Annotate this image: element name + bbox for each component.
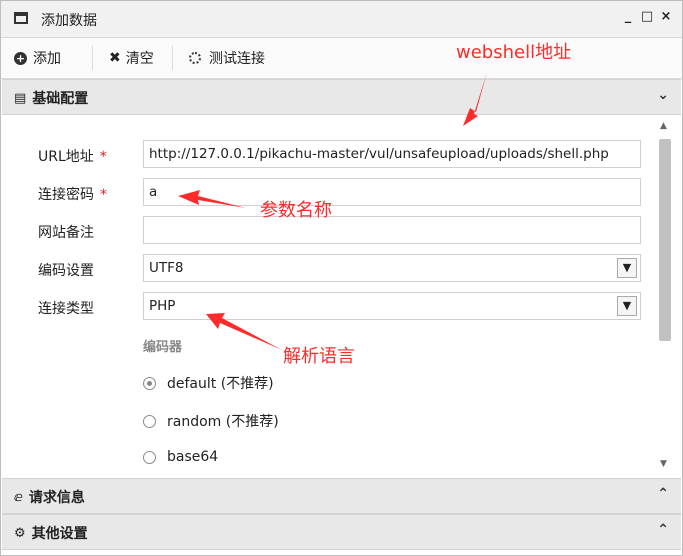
encoding-label: 编码设置 xyxy=(38,263,94,279)
section-header-request[interactable]: ⅇ 请求信息 ⌃ xyxy=(2,478,681,514)
spinner-icon xyxy=(189,52,201,64)
encoder-option-label: default (不推荐) xyxy=(167,376,274,392)
password-field[interactable]: a xyxy=(143,178,641,206)
note-field[interactable] xyxy=(143,216,641,244)
radio-button[interactable] xyxy=(143,450,156,464)
toolbar-divider xyxy=(92,46,93,70)
url-label: URL地址 * xyxy=(38,149,107,165)
chevron-down-icon[interactable]: ▼ xyxy=(617,296,637,316)
encoder-title: 编码器 xyxy=(143,340,183,355)
document-icon: ▤ xyxy=(14,90,27,106)
encoding-select[interactable]: UTF8 ▼ xyxy=(143,254,641,282)
encoder-option-base64[interactable]: base64 xyxy=(143,449,218,465)
close-button[interactable]: × xyxy=(658,9,674,24)
chevron-down-icon[interactable]: ▼ xyxy=(617,258,637,278)
test-connection-button[interactable]: 测试连接 xyxy=(189,48,265,68)
section-header-other[interactable]: ⚙ 其他设置 ⌃ xyxy=(2,514,681,550)
window-title: 添加数据 xyxy=(41,13,97,29)
conn-type-select[interactable]: PHP ▼ xyxy=(143,292,641,320)
gears-icon: ⚙ xyxy=(14,525,26,541)
encoding-value: UTF8 xyxy=(149,260,184,276)
radio-button[interactable] xyxy=(143,414,156,428)
encoder-option-default[interactable]: default (不推荐) xyxy=(143,373,274,393)
annotation-webshell: webshell地址 xyxy=(456,42,572,63)
encoder-option-label: base64 xyxy=(167,449,219,465)
scroll-up-icon[interactable]: ▲ xyxy=(660,121,667,131)
minimize-button[interactable]: _ xyxy=(620,9,636,24)
radio-button[interactable] xyxy=(143,376,156,390)
section-header-basic[interactable]: ▤ 基础配置 ⌄ xyxy=(2,79,681,115)
add-button-label: 添加 xyxy=(33,51,61,67)
test-connection-label: 测试连接 xyxy=(209,51,265,67)
plus-circle-icon: + xyxy=(14,51,27,65)
chevron-up-icon[interactable]: ⌃ xyxy=(657,486,669,502)
toolbar-divider xyxy=(172,46,173,70)
basic-config-panel: URL地址 * http://127.0.0.1/pikachu-master/v… xyxy=(15,115,655,475)
chevron-down-icon[interactable]: ⌄ xyxy=(657,87,669,103)
annotation-param: 参数名称 xyxy=(260,200,332,221)
toolbar: + 添加 ✖ 清空 测试连接 xyxy=(1,38,682,79)
password-label: 连接密码 * xyxy=(38,187,107,203)
e-icon: ⅇ xyxy=(14,489,23,505)
conn-type-value: PHP xyxy=(149,298,176,314)
encoder-option-random[interactable]: random (不推荐) xyxy=(143,411,279,431)
maximize-button[interactable]: □ xyxy=(639,9,655,24)
scrollbar[interactable]: ▲ ▼ xyxy=(657,119,673,473)
add-data-window: 添加数据 _ □ × + 添加 ✖ 清空 测试连接 ▤ 基础配置 ⌄ URL地址… xyxy=(0,0,683,556)
scroll-down-icon[interactable]: ▼ xyxy=(660,459,667,469)
conn-type-label: 连接类型 xyxy=(38,301,94,317)
scrollbar-thumb[interactable] xyxy=(659,139,671,341)
title-bar: 添加数据 _ □ × xyxy=(1,1,682,38)
note-label: 网站备注 xyxy=(38,225,94,241)
window-icon xyxy=(14,12,28,24)
url-field[interactable]: http://127.0.0.1/pikachu-master/vul/unsa… xyxy=(143,140,641,168)
encoder-option-label: random (不推荐) xyxy=(167,414,279,430)
annotation-lang: 解析语言 xyxy=(283,346,355,367)
section-title-basic: 基础配置 xyxy=(32,91,89,107)
clear-button[interactable]: ✖ 清空 xyxy=(109,48,154,68)
add-button[interactable]: + 添加 xyxy=(14,48,61,68)
x-icon: ✖ xyxy=(109,50,121,66)
section-title-other: 其他设置 xyxy=(31,526,88,542)
clear-button-label: 清空 xyxy=(125,51,154,67)
chevron-up-icon[interactable]: ⌃ xyxy=(657,522,669,538)
section-title-request: 请求信息 xyxy=(28,490,85,506)
